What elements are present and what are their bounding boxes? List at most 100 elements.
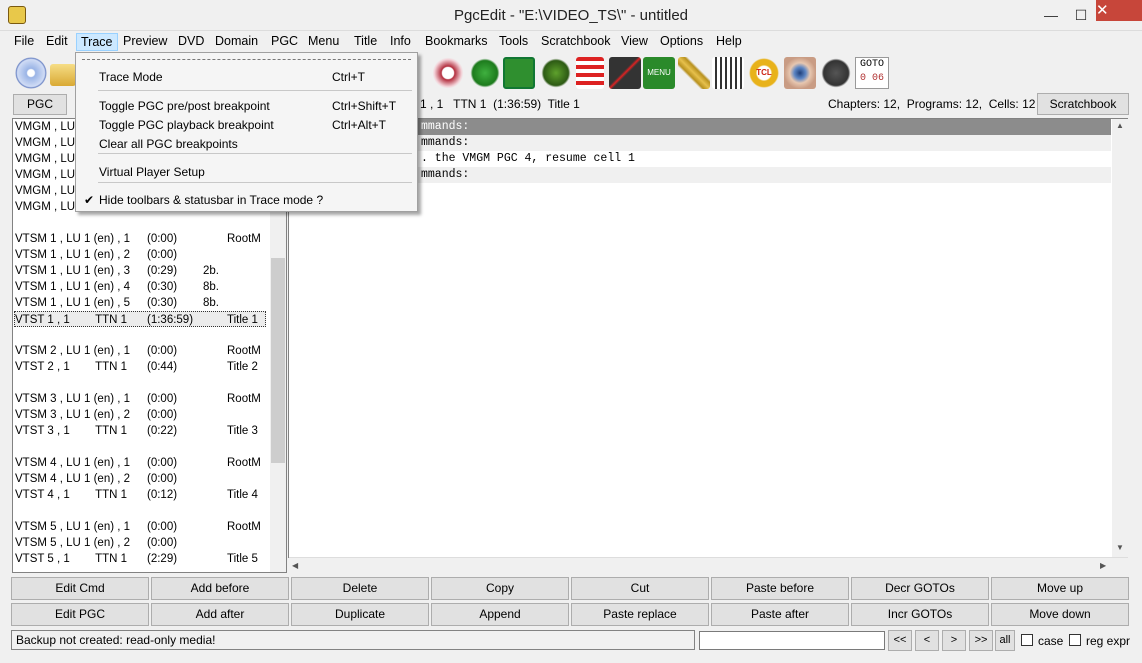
scroll-right-icon[interactable]: ▶ [1100, 561, 1106, 570]
paste-replace-button[interactable]: Paste replace [571, 603, 709, 626]
search-prev-button[interactable]: < [915, 630, 939, 651]
paste-before-button[interactable]: Paste before [711, 577, 849, 600]
menu-domain[interactable]: Domain [211, 33, 262, 51]
preview-disc-icon[interactable] [432, 57, 464, 89]
pgc-list-item[interactable] [15, 439, 267, 455]
scroll-up-icon[interactable]: ▲ [1116, 121, 1124, 130]
pgc-list-item[interactable]: VTSM 3 , LU 1 (en) , 2 (0:00) [15, 407, 267, 423]
search-last-button[interactable]: >> [969, 630, 993, 651]
pgc-list-item[interactable]: VTSM 4 , LU 1 (en) , 1 (0:00) RootM [15, 455, 267, 471]
hex-editor-icon[interactable] [712, 57, 744, 89]
play-icon[interactable] [503, 57, 535, 89]
add-before-button[interactable]: Add before [151, 577, 289, 600]
pgc-list-item[interactable]: VTSM 3 , LU 1 (en) , 1 (0:00) RootM [15, 391, 267, 407]
chapter-list-icon[interactable] [576, 57, 604, 89]
trace-menu-item-virtual-player-setup[interactable]: Virtual Player Setup [77, 162, 416, 182]
search-first-button[interactable]: << [888, 630, 912, 651]
scroll-down-icon[interactable]: ▼ [1116, 543, 1124, 552]
scratchbook-button[interactable]: Scratchbook [1037, 93, 1129, 115]
film-reel-icon[interactable] [540, 57, 572, 89]
search-input[interactable] [699, 631, 885, 650]
menu-scratchbook[interactable]: Scratchbook [537, 33, 614, 51]
regex-checkbox[interactable] [1069, 634, 1081, 646]
menu-file[interactable]: File [10, 33, 38, 51]
menu-options[interactable]: Options [656, 33, 707, 51]
trace-menu-item-toggle-pgc-pre-post-breakpoint[interactable]: Toggle PGC pre/post breakpoint Ctrl+Shift… [77, 96, 416, 116]
tcl-icon[interactable]: TCL [748, 57, 780, 89]
globe-icon[interactable] [469, 57, 501, 89]
case-checkbox[interactable] [1021, 634, 1033, 646]
trace-arrow-icon[interactable] [820, 57, 852, 89]
pgc-list-item[interactable]: VTSM 4 , LU 1 (en) , 2 (0:00) [15, 471, 267, 487]
scroll-left-icon[interactable]: ◀ [292, 561, 298, 570]
menu-bookmarks[interactable]: Bookmarks [421, 33, 492, 51]
append-button[interactable]: Append [431, 603, 569, 626]
menu-info[interactable]: Info [386, 33, 415, 51]
minimize-button[interactable]: — [1036, 4, 1066, 26]
pgc-list-item[interactable]: VTSM 1 , LU 1 (en) , 2 (0:00) [15, 247, 267, 263]
incr-gotos-button[interactable]: Incr GOTOs [851, 603, 989, 626]
pgc-list-item[interactable]: VTSM 1 , LU 1 (en) , 1 (0:00) RootM [15, 231, 267, 247]
decr-gotos-button[interactable]: Decr GOTOs [851, 577, 989, 600]
menu-view[interactable]: View [617, 33, 652, 51]
menu-edit[interactable]: Edit [42, 33, 72, 51]
pgc-list-cell: (0:00) [147, 345, 178, 357]
command-vscrollbar[interactable]: ▲ ▼ [1112, 119, 1128, 557]
add-after-button[interactable]: Add after [151, 603, 289, 626]
pgc-list-item[interactable]: VTST 2 , 1 TTN 1 (0:44) Title 2 [15, 359, 267, 375]
menu-trace[interactable]: Trace [76, 33, 118, 51]
pgc-list-scroll-thumb[interactable] [271, 258, 285, 463]
pgc-list-cell: (0:00) [147, 521, 178, 533]
maximize-button[interactable]: ☐ [1066, 4, 1096, 26]
dvd-disc-icon[interactable] [15, 57, 47, 89]
menu-dvd[interactable]: DVD [174, 33, 208, 51]
tear-off-line[interactable] [82, 59, 411, 60]
menu-icon[interactable]: MENU [643, 57, 675, 89]
pgc-list-item[interactable]: VTSM 1 , LU 1 (en) , 5 (0:30) 8b. [15, 295, 267, 311]
film-cut-icon[interactable] [609, 57, 641, 89]
trace-menu-item-clear-all-pgc-breakpoints[interactable]: Clear all PGC breakpoints [77, 134, 416, 154]
status-message: Backup not created: read-only media! [11, 630, 695, 650]
move-down-button[interactable]: Move down [991, 603, 1129, 626]
pgc-list-item[interactable] [15, 375, 267, 391]
link-icon[interactable] [678, 57, 710, 89]
eye-icon[interactable] [784, 57, 816, 89]
move-up-button[interactable]: Move up [991, 577, 1129, 600]
pgc-list-item[interactable]: VTSM 2 , LU 1 (en) , 1 (0:00) RootM [15, 343, 267, 359]
pgc-list-item[interactable]: VTST 3 , 1 TTN 1 (0:22) Title 3 [15, 423, 267, 439]
trace-menu-item-trace-mode[interactable]: Trace Mode Ctrl+T [77, 67, 416, 87]
delete-button[interactable]: Delete [291, 577, 429, 600]
menu-menu[interactable]: Menu [304, 33, 343, 51]
paste-after-button[interactable]: Paste after [711, 603, 849, 626]
pgc-list-item[interactable] [15, 327, 267, 343]
edit-cmd-button[interactable]: Edit Cmd [11, 577, 149, 600]
pgc-list-item[interactable]: VTSM 5 , LU 1 (en) , 1 (0:00) RootM [15, 519, 267, 535]
open-folder-icon[interactable] [50, 64, 76, 86]
menu-tools[interactable]: Tools [495, 33, 532, 51]
pgc-list-item[interactable]: VTSM 1 , LU 1 (en) , 4 (0:30) 8b. [15, 279, 267, 295]
duplicate-button[interactable]: Duplicate [291, 603, 429, 626]
command-hscrollbar[interactable]: ◀ ▶ [289, 557, 1128, 573]
menu-pgc[interactable]: PGC [267, 33, 302, 51]
pgc-list-item[interactable] [15, 215, 267, 231]
menu-help[interactable]: Help [712, 33, 746, 51]
pgc-list-item[interactable]: VTST 1 , 1 TTN 1 (1:36:59) Title 1 [14, 311, 266, 327]
trace-menu-item-hide-toolbars-statusbar-in-trace-mode[interactable]: ✔ Hide toolbars & statusbar in Trace mode… [77, 190, 416, 210]
pgc-list-item[interactable]: VTSM 5 , LU 1 (en) , 2 (0:00) [15, 535, 267, 551]
pgc-list-item[interactable] [15, 503, 267, 519]
pgc-list-item[interactable]: VTSM 1 , LU 1 (en) , 3 (0:29) 2b. [15, 263, 267, 279]
pgc-list-item[interactable]: VTST 4 , 1 TTN 1 (0:12) Title 4 [15, 487, 267, 503]
edit-pgc-button[interactable]: Edit PGC [11, 603, 149, 626]
cut-button[interactable]: Cut [571, 577, 709, 600]
pgc-list-item[interactable]: VTST 5 , 1 TTN 1 (2:29) Title 5 [15, 551, 267, 567]
copy-button[interactable]: Copy [431, 577, 569, 600]
pgc-tab[interactable]: PGC [13, 94, 67, 115]
pgc-list-cell: (0:30) [147, 297, 178, 309]
trace-menu-item-toggle-pgc-playback-breakpoint[interactable]: Toggle PGC playback breakpoint Ctrl+Alt+T [77, 115, 416, 135]
search-all-button[interactable]: all [995, 630, 1015, 651]
pgc-list-cell: VMGM , LU [15, 169, 76, 181]
close-button[interactable]: ✕ [1096, 0, 1142, 21]
menu-title[interactable]: Title [350, 33, 381, 51]
menu-preview[interactable]: Preview [119, 33, 171, 51]
search-next-button[interactable]: > [942, 630, 966, 651]
